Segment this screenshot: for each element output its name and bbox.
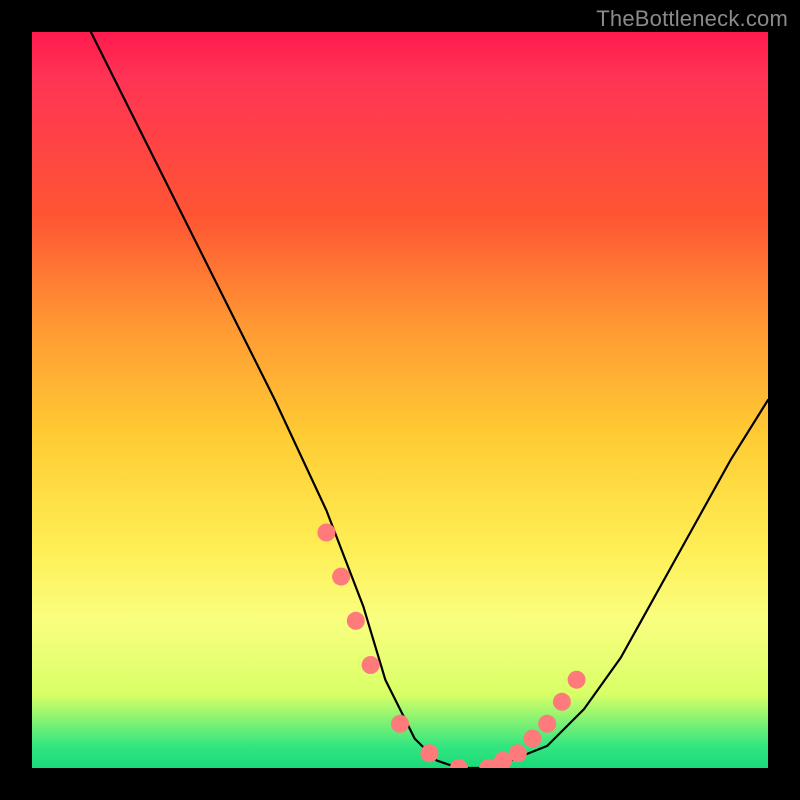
chart-container: TheBottleneck.com [0, 0, 800, 800]
plot-area [32, 32, 768, 768]
curve-path [91, 32, 768, 768]
marker-dot [347, 612, 365, 630]
marker-dot [568, 671, 586, 689]
chart-svg [32, 32, 768, 768]
marker-dot [332, 568, 350, 586]
marker-dot [553, 693, 571, 711]
marker-dot [538, 715, 556, 733]
watermark-text: TheBottleneck.com [596, 6, 788, 32]
marker-dot [450, 759, 468, 768]
marker-dot [362, 656, 380, 674]
marker-dot [317, 524, 335, 542]
marker-dot [524, 730, 542, 748]
marker-dot [420, 744, 438, 762]
marker-group [317, 524, 585, 769]
marker-dot [509, 744, 527, 762]
marker-dot [391, 715, 409, 733]
